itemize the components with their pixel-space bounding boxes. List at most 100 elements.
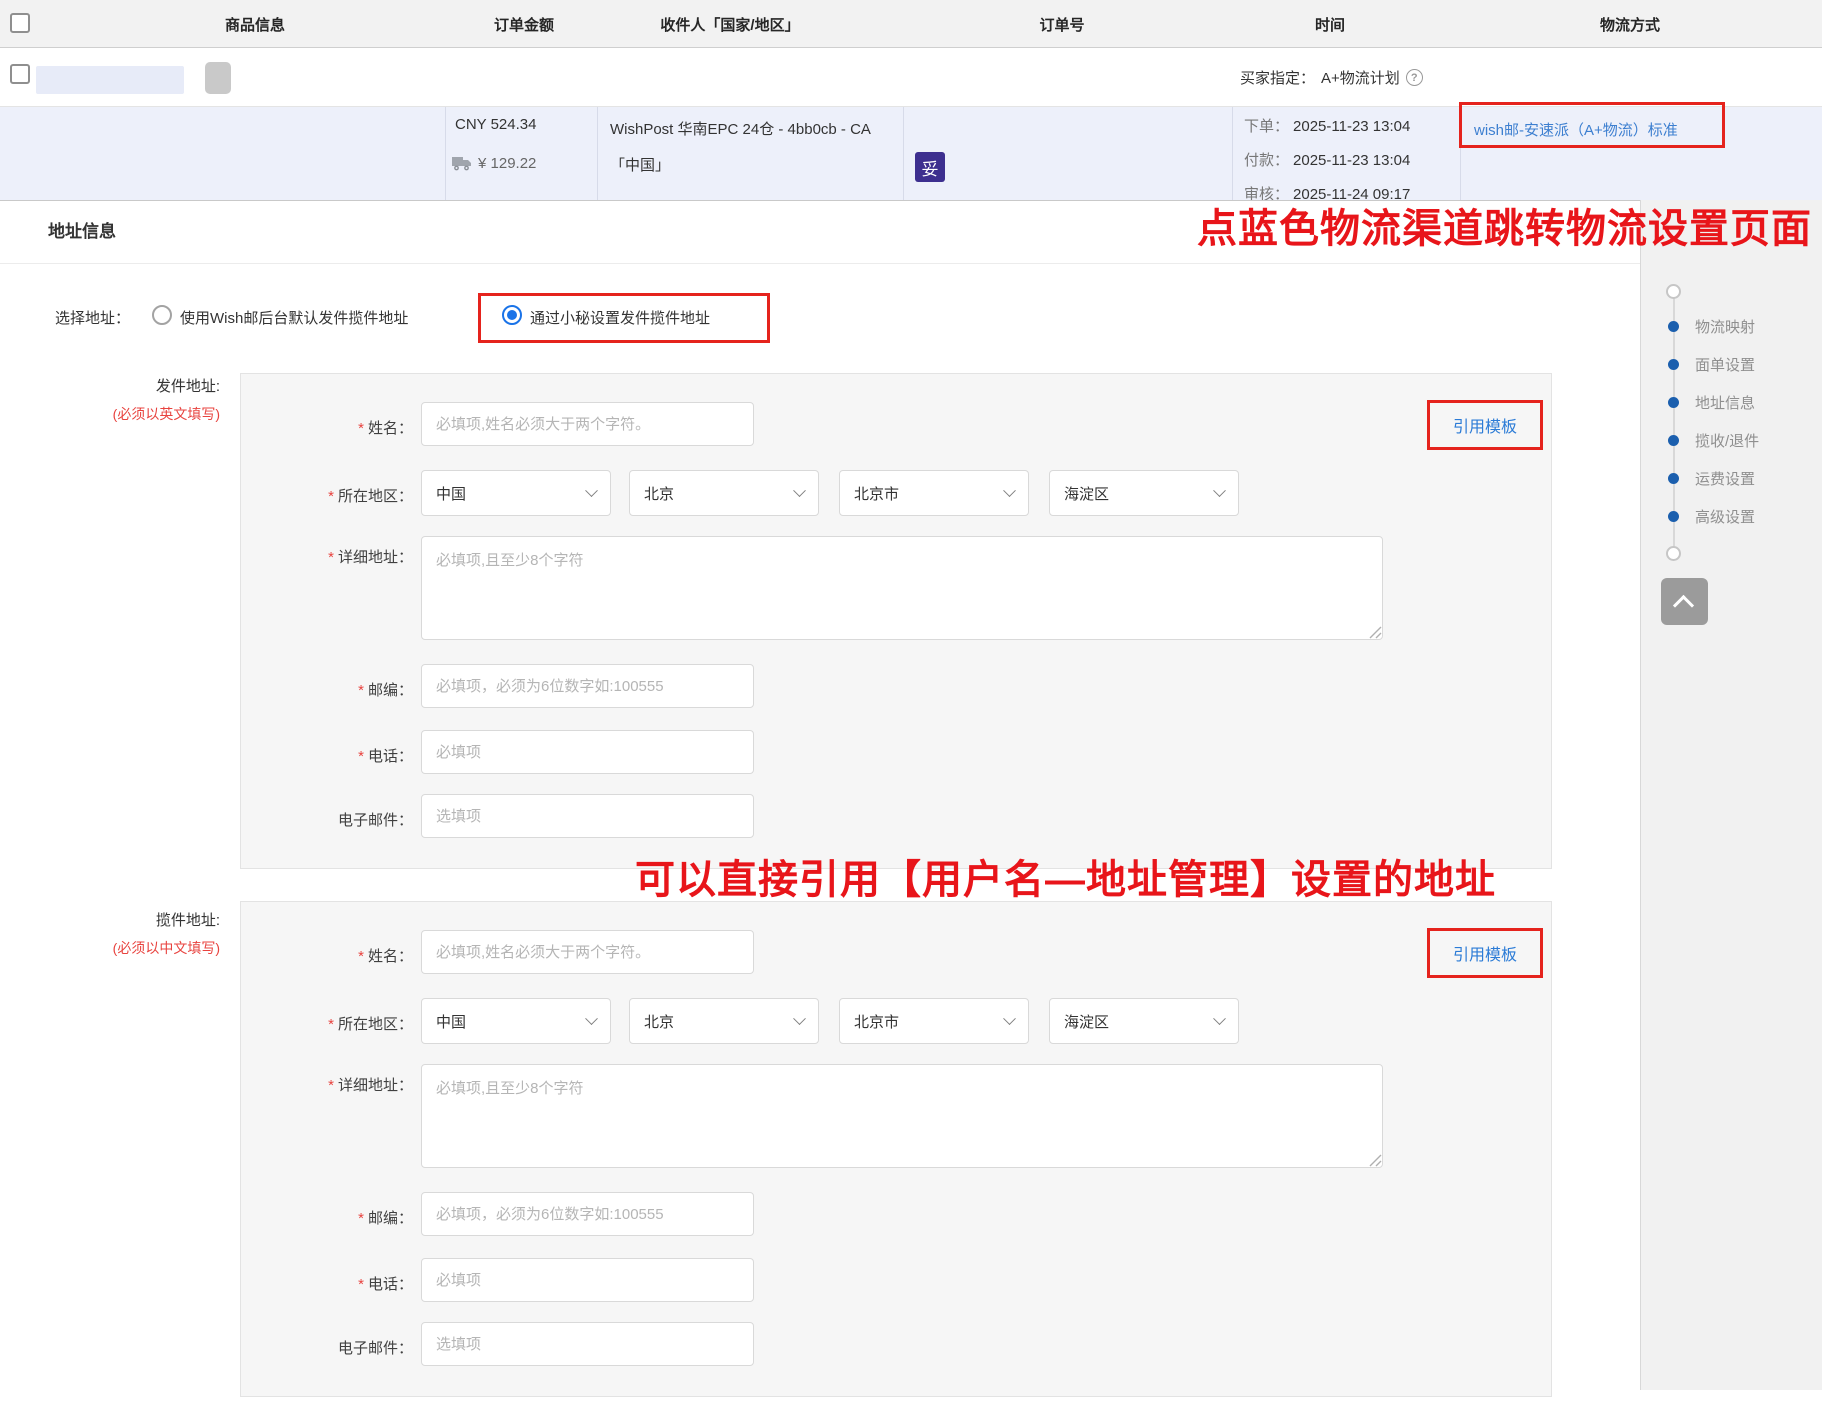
chevron-down-icon — [1213, 484, 1226, 497]
pickup-zip-input[interactable] — [421, 1192, 754, 1236]
pickup-detail-textarea[interactable] — [421, 1064, 1383, 1168]
col-header-amount: 订单金额 — [494, 14, 554, 35]
order-group-row: 买家指定： A+物流计划 ? — [0, 49, 1822, 107]
chevron-down-icon — [793, 484, 806, 497]
pickup-phone-input[interactable] — [421, 1258, 754, 1302]
order-table-header: 商品信息 订单金额 收件人「国家/地区」 订单号 时间 物流方式 — [0, 0, 1822, 48]
pickup-detail-label: 详细地址： — [338, 1077, 413, 1094]
col-header-order-no: 订单号 — [1039, 14, 1084, 35]
recipient-warehouse: WishPost 华南EPC 24仓 - 4bb0cb - CA「中国」 — [610, 112, 882, 184]
pickup-region-province-select[interactable]: 北京 — [629, 998, 819, 1044]
resize-handle-icon[interactable] — [1369, 626, 1382, 639]
sender-region-city-select[interactable]: 北京市 — [839, 470, 1029, 516]
truck-icon — [452, 156, 472, 171]
sidebar-item-logistics-mapping[interactable]: 物流映射 — [1641, 314, 1822, 338]
buyer-specified-plan: 买家指定： A+物流计划 ? — [1240, 67, 1423, 88]
sidebar-item-address-info[interactable]: 地址信息 — [1641, 390, 1822, 414]
nav-bottom-circle — [1666, 546, 1681, 561]
payment-time-line: 付款：2025-11-23 13:04 — [1244, 149, 1410, 170]
pickup-address-panel: *姓名： 引用模板 *所在地区： 中国 北京 北京市 海淀区 *详细地址： *邮… — [240, 901, 1552, 1397]
annotation-address-template: 可以直接引用【用户名—地址管理】设置的地址 — [635, 847, 1496, 905]
scroll-to-top-button[interactable] — [1661, 578, 1708, 625]
pickup-template-button[interactable]: 引用模板 — [1453, 941, 1517, 965]
sender-region-district-select[interactable]: 海淀区 — [1049, 470, 1239, 516]
sender-detail-label: 详细地址： — [338, 549, 413, 566]
order-detail-row: CNY 524.34 ¥ 129.22 WishPost 华南EPC 24仓 -… — [0, 107, 1822, 200]
col-header-time: 时间 — [1315, 14, 1345, 35]
sender-detail-textarea[interactable] — [421, 536, 1383, 640]
chevron-down-icon — [793, 1012, 806, 1025]
chevron-down-icon — [585, 1012, 598, 1025]
status-badge: 妥 — [915, 152, 945, 182]
column-divider — [597, 107, 598, 200]
logistics-channel-link[interactable]: wish邮-安速派（A+物流）标准 — [1474, 119, 1678, 140]
sender-region-province-select[interactable]: 北京 — [629, 470, 819, 516]
chevron-down-icon — [1213, 1012, 1226, 1025]
sidebar-item-advanced-settings[interactable]: 高级设置 — [1641, 504, 1822, 528]
chevron-up-icon — [1673, 595, 1694, 616]
sender-region-label: 所在地区： — [338, 488, 413, 505]
sender-region-country-select[interactable]: 中国 — [421, 470, 611, 516]
nav-dot-icon — [1668, 397, 1679, 408]
nav-dot-icon — [1668, 321, 1679, 332]
column-divider — [903, 107, 904, 200]
order-time-line: 下单：2025-11-23 13:04 — [1244, 115, 1410, 136]
sender-phone-input[interactable] — [421, 730, 754, 774]
section-divider — [0, 263, 1640, 264]
buyer-specified-value: A+物流计划 — [1321, 67, 1400, 88]
address-choice-label: 选择地址： — [55, 307, 130, 328]
nav-top-circle — [1666, 284, 1681, 299]
sender-email-input[interactable] — [421, 794, 754, 838]
pickup-name-input[interactable] — [421, 930, 754, 974]
sender-zip-input[interactable] — [421, 664, 754, 708]
chevron-down-icon — [1003, 1012, 1016, 1025]
column-divider — [445, 107, 446, 200]
sender-phone-label: 电话： — [368, 748, 413, 765]
pickup-region-label: 所在地区： — [338, 1016, 413, 1033]
order-amount: CNY 524.34 — [455, 116, 536, 133]
radio-default-address-label[interactable]: 使用Wish邮后台默认发件揽件地址 — [180, 307, 408, 328]
sender-name-input[interactable] — [421, 402, 754, 446]
pickup-email-input[interactable] — [421, 1322, 754, 1366]
help-icon[interactable]: ? — [1406, 69, 1423, 86]
pickup-region-country-select[interactable]: 中国 — [421, 998, 611, 1044]
pickup-region-district-select[interactable]: 海淀区 — [1049, 998, 1239, 1044]
radio-custom-address[interactable] — [502, 305, 522, 325]
sender-address-panel: *姓名： 引用模板 *所在地区： 中国 北京 北京市 海淀区 *详细地址： *邮… — [240, 373, 1552, 869]
sender-name-label: 姓名： — [368, 420, 413, 437]
col-header-recipient: 收件人「国家/地区」 — [660, 14, 799, 35]
shipping-fee-row: ¥ 129.22 — [452, 155, 536, 172]
pickup-address-label: 揽件地址: (必须以中文填写) — [0, 909, 220, 958]
col-header-logistics: 物流方式 — [1600, 14, 1660, 35]
pickup-email-label: 电子邮件： — [338, 1340, 413, 1357]
store-name-placeholder — [36, 66, 184, 94]
order-row-checkbox[interactable] — [10, 64, 30, 84]
sidebar-item-label-settings[interactable]: 面单设置 — [1641, 352, 1822, 376]
anchor-nav-sidebar: 物流映射 面单设置 地址信息 揽收/退件 运费设置 高级设置 — [1640, 200, 1822, 1390]
chevron-down-icon — [1003, 484, 1016, 497]
nav-dot-icon — [1668, 359, 1679, 370]
column-divider — [1460, 107, 1461, 200]
pickup-name-label: 姓名： — [368, 948, 413, 965]
nav-dot-icon — [1668, 473, 1679, 484]
annotation-logistics-channel: 点蓝色物流渠道跳转物流设置页面 — [1197, 196, 1812, 254]
shipping-fee: ¥ 129.22 — [478, 155, 536, 172]
select-all-checkbox[interactable] — [10, 13, 30, 33]
column-divider — [1232, 107, 1233, 200]
col-header-product: 商品信息 — [225, 14, 285, 35]
section-title: 地址信息 — [48, 217, 116, 242]
chevron-down-icon — [585, 484, 598, 497]
sender-template-highlight-box: 引用模板 — [1427, 400, 1543, 450]
sender-email-label: 电子邮件： — [338, 812, 413, 829]
pickup-region-city-select[interactable]: 北京市 — [839, 998, 1029, 1044]
radio-custom-address-label[interactable]: 通过小秘设置发件揽件地址 — [530, 307, 710, 328]
sidebar-item-pickup-return[interactable]: 揽收/退件 — [1641, 428, 1822, 452]
sidebar-item-shipping-fee[interactable]: 运费设置 — [1641, 466, 1822, 490]
sender-template-button[interactable]: 引用模板 — [1453, 413, 1517, 437]
resize-handle-icon[interactable] — [1369, 1154, 1382, 1167]
radio-default-address[interactable] — [152, 305, 172, 325]
pickup-phone-label: 电话： — [368, 1276, 413, 1293]
store-tag-placeholder — [205, 62, 231, 94]
address-section: 地址信息 选择地址： 使用Wish邮后台默认发件揽件地址 通过小秘设置发件揽件地… — [0, 200, 1640, 1414]
sender-address-label: 发件地址: (必须以英文填写) — [0, 375, 220, 424]
